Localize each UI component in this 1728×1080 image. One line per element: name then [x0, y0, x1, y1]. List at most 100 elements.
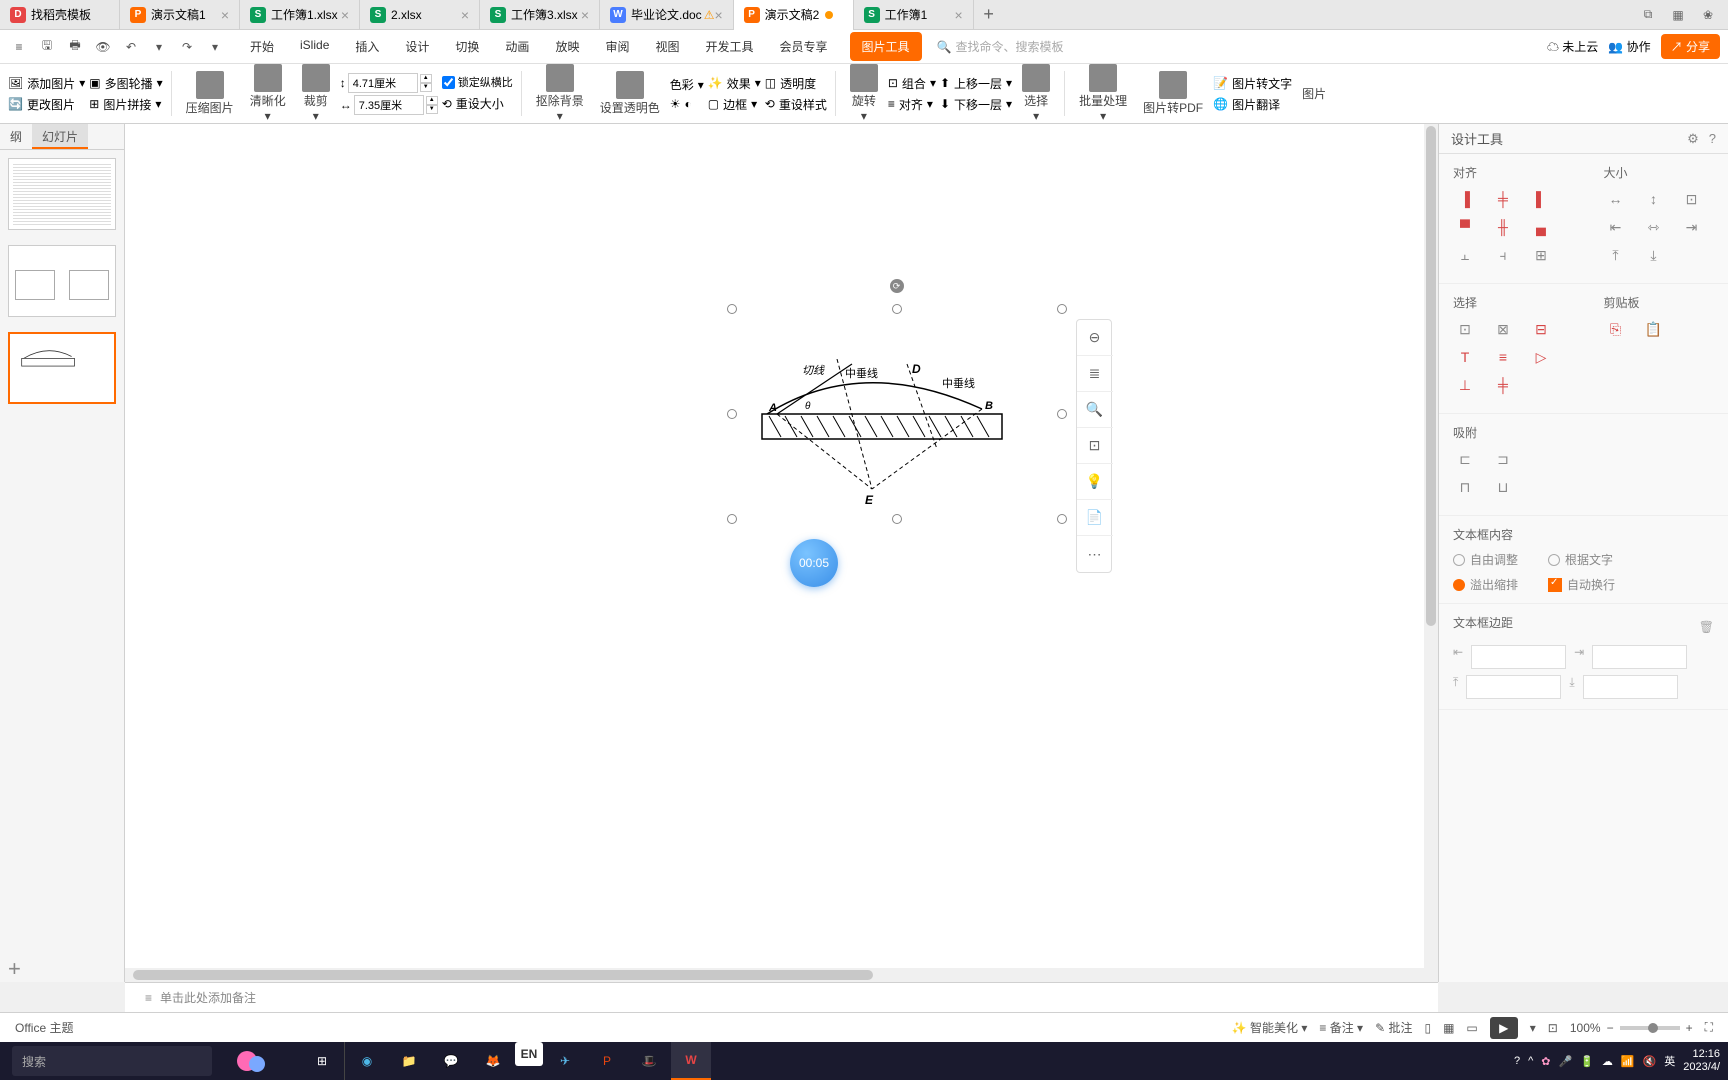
compress-button[interactable]: 压缩图片: [180, 69, 240, 118]
align-right-icon[interactable]: ▌: [1529, 189, 1553, 209]
tray-mic-icon[interactable]: 🎤: [1558, 1055, 1572, 1068]
reset-margin-icon[interactable]: 🗑: [1699, 620, 1714, 634]
powerpoint-icon[interactable]: P: [587, 1042, 627, 1080]
translate-button[interactable]: 🌐图片翻译: [1213, 95, 1292, 114]
resize-handle-nw[interactable]: [727, 304, 737, 314]
auto-adjust-radio[interactable]: 自由调整: [1453, 551, 1518, 568]
skin-icon[interactable]: ❀: [1698, 5, 1718, 25]
batch-button[interactable]: 批量处理▾: [1073, 62, 1133, 125]
margin-top-input[interactable]: [1466, 675, 1561, 699]
comments-toggle[interactable]: ✎ 批注: [1375, 1019, 1412, 1036]
tray-ime-label[interactable]: 英: [1664, 1053, 1675, 1069]
rotate-button[interactable]: 旋转▾: [844, 62, 884, 125]
close-icon[interactable]: ×: [221, 7, 229, 23]
align-bottom-icon[interactable]: ▄: [1529, 217, 1553, 237]
gear-icon[interactable]: ⚙: [1687, 131, 1699, 147]
menu-button[interactable]: ≡: [8, 36, 30, 58]
stretch-center-icon[interactable]: ⇿: [1642, 217, 1666, 237]
stretch-top-icon[interactable]: ⤒: [1604, 245, 1628, 265]
resize-handle-se[interactable]: [1057, 514, 1067, 524]
crop-float-icon[interactable]: ⊡: [1077, 428, 1113, 464]
layers-icon[interactable]: ≣: [1077, 356, 1113, 392]
adsorb-bottom-icon[interactable]: ⊔: [1491, 477, 1515, 497]
distribute-v-icon[interactable]: ⫞: [1491, 245, 1515, 265]
move-down-button[interactable]: ⬇下移一层▾: [940, 95, 1012, 114]
add-image-button[interactable]: 🖼添加图片▾: [8, 74, 85, 93]
set-transparent-button[interactable]: 设置透明色: [594, 69, 666, 118]
remove-bg-button[interactable]: 抠除背景▾: [530, 62, 590, 125]
share-button[interactable]: ↗ 分享: [1661, 34, 1720, 59]
menu-member[interactable]: 会员专享: [776, 32, 832, 61]
close-icon[interactable]: ×: [954, 7, 962, 23]
zoom-slider[interactable]: [1620, 1026, 1680, 1030]
window-mode-icon[interactable]: ⧉: [1638, 5, 1658, 25]
tray-volume-icon[interactable]: 🔇: [1643, 1055, 1657, 1068]
close-icon[interactable]: ×: [461, 7, 469, 23]
select-down-icon[interactable]: ⊥: [1453, 375, 1477, 395]
tray-wifi-icon[interactable]: 📶: [1621, 1055, 1635, 1068]
edge-icon[interactable]: ◉: [347, 1042, 387, 1080]
tray-flower-icon[interactable]: ✿: [1541, 1055, 1550, 1068]
zoom-in-button[interactable]: +: [1686, 1021, 1693, 1035]
select-pane-button[interactable]: 选择▾: [1016, 62, 1056, 125]
tab-docer[interactable]: D找稻壳模板: [0, 0, 120, 30]
align-center-v-icon[interactable]: ╫: [1491, 217, 1515, 237]
select-layer-icon[interactable]: ≡: [1491, 347, 1515, 367]
menu-picture-tools[interactable]: 图片工具: [850, 32, 922, 61]
same-height-icon[interactable]: ↕: [1642, 189, 1666, 209]
tab-ppt2-active[interactable]: P演示文稿2: [734, 0, 854, 30]
view-normal-icon[interactable]: ▯: [1424, 1021, 1431, 1035]
adsorb-top-icon[interactable]: ⊓: [1453, 477, 1477, 497]
adsorb-h-icon[interactable]: ⊏: [1453, 449, 1477, 469]
fullscreen-icon[interactable]: ⛶: [1705, 1020, 1713, 1035]
fit-icon[interactable]: ⊡: [1548, 1021, 1558, 1035]
app-icon[interactable]: ✈: [545, 1042, 585, 1080]
help-icon[interactable]: ?: [1709, 131, 1716, 147]
stretch-right-icon[interactable]: ⇥: [1680, 217, 1704, 237]
menu-slideshow[interactable]: 放映: [551, 32, 583, 61]
tab-ppt1[interactable]: P演示文稿1×: [120, 0, 240, 30]
margin-right-input[interactable]: [1592, 645, 1687, 669]
zoom-icon[interactable]: 🔍: [1077, 392, 1113, 428]
same-size-icon[interactable]: ⊡: [1680, 189, 1704, 209]
firefox-icon[interactable]: 🦊: [473, 1042, 513, 1080]
redo-button[interactable]: ↷: [176, 36, 198, 58]
menu-insert[interactable]: 插入: [351, 32, 383, 61]
taskbar-search[interactable]: 搜索: [12, 1046, 212, 1076]
align-button[interactable]: ≡对齐▾: [888, 95, 936, 114]
add-tab-button[interactable]: +: [974, 4, 1004, 25]
adsorb-v-icon[interactable]: ⊐: [1491, 449, 1515, 469]
reset-size-button[interactable]: ⟲重设大小: [442, 94, 513, 113]
slide-thumb-3-selected[interactable]: [8, 332, 116, 404]
select-mid-icon[interactable]: ╪: [1491, 375, 1515, 395]
margin-left-input[interactable]: [1471, 645, 1566, 669]
brightness-icon[interactable]: ☀: [670, 97, 681, 111]
recording-timer[interactable]: 00:05: [790, 539, 838, 587]
tab-xls1[interactable]: S工作簿1.xlsx×: [240, 0, 360, 30]
transparency-button[interactable]: ◫透明度: [765, 74, 827, 93]
selected-image[interactable]: ⟳: [732, 309, 1062, 519]
menu-animation[interactable]: 动画: [501, 32, 533, 61]
view-reading-icon[interactable]: ▭: [1466, 1021, 1477, 1035]
task-view-icon[interactable]: ⊞: [302, 1042, 342, 1080]
redo-dropdown[interactable]: ▾: [204, 36, 226, 58]
image-stitch-button[interactable]: ⊞图片拼接▾: [89, 95, 162, 114]
zoom-out-button[interactable]: −: [1607, 1021, 1614, 1035]
menu-view[interactable]: 视图: [651, 32, 683, 61]
align-top-icon[interactable]: ▀: [1453, 217, 1477, 237]
resize-handle-sw[interactable]: [727, 514, 737, 524]
resize-handle-e[interactable]: [1057, 409, 1067, 419]
reset-style-button[interactable]: ⟲重设样式: [765, 95, 827, 114]
height-input[interactable]: [348, 73, 418, 93]
select-invert-icon[interactable]: ⊟: [1529, 319, 1553, 339]
overflow-radio[interactable]: 溢出缩排: [1453, 576, 1518, 593]
close-icon[interactable]: ×: [341, 7, 349, 23]
command-search[interactable]: 🔍 查找命令、搜索模板: [937, 38, 1064, 55]
vscroll-thumb[interactable]: [1426, 126, 1436, 626]
add-slide-button[interactable]: +: [8, 956, 21, 982]
clarity-button[interactable]: 清晰化▾: [244, 62, 292, 125]
tray-onedrive-icon[interactable]: ☁: [1602, 1055, 1613, 1068]
resize-handle-n[interactable]: [892, 304, 902, 314]
tab-xls4[interactable]: S工作簿1×: [854, 0, 974, 30]
change-image-button[interactable]: 🔄更改图片: [8, 95, 85, 114]
